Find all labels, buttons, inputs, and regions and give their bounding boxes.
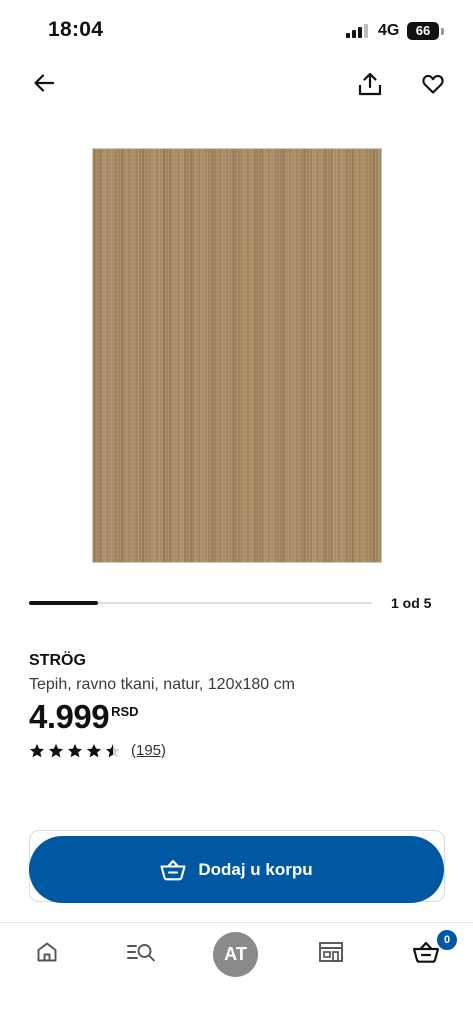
star-icon bbox=[106, 743, 120, 757]
arrow-left-icon bbox=[34, 74, 55, 92]
battery-icon: 66 bbox=[407, 22, 439, 40]
network-type: 4G bbox=[378, 22, 400, 39]
share-button[interactable] bbox=[354, 68, 386, 100]
star-icon bbox=[30, 743, 44, 757]
nav-stores[interactable] bbox=[311, 930, 351, 974]
nav-home[interactable] bbox=[27, 930, 67, 974]
cart-badge: 0 bbox=[435, 928, 459, 952]
bottom-nav-divider bbox=[0, 922, 473, 923]
star-icon bbox=[49, 743, 63, 757]
battery-level: 66 bbox=[415, 23, 431, 38]
battery-tip bbox=[441, 28, 444, 35]
price-currency: RSD bbox=[111, 704, 139, 719]
gallery-pager: 1 od 5 bbox=[391, 595, 432, 611]
product-image[interactable] bbox=[93, 149, 381, 562]
product-description: Tepih, ravno tkani, natur, 120x180 cm bbox=[29, 676, 295, 693]
back-button[interactable] bbox=[28, 67, 60, 99]
basket-icon bbox=[160, 859, 186, 880]
gallery-progress-track bbox=[29, 601, 372, 605]
nav-search[interactable] bbox=[121, 930, 161, 974]
search-list-icon bbox=[127, 944, 155, 962]
home-icon bbox=[37, 942, 57, 962]
product-price: 4.999 RSD bbox=[29, 698, 139, 736]
signal-icon bbox=[346, 24, 370, 38]
review-count-link[interactable]: (195) bbox=[131, 742, 166, 759]
rating-stars bbox=[29, 743, 121, 759]
avatar-initials: AT bbox=[224, 944, 247, 964]
add-to-cart-label: Dodaj u korpu bbox=[198, 859, 313, 879]
nav-profile-avatar[interactable]: AT bbox=[213, 932, 258, 977]
share-icon bbox=[358, 72, 382, 96]
gallery-progress-fill bbox=[29, 601, 98, 605]
heart-icon bbox=[422, 74, 444, 94]
status-time: 18:04 bbox=[48, 18, 104, 41]
star-icon bbox=[68, 743, 82, 757]
favorite-button[interactable] bbox=[417, 68, 449, 100]
product-name: STRÖG bbox=[29, 652, 86, 669]
store-icon bbox=[319, 942, 343, 962]
price-amount: 4.999 bbox=[29, 698, 110, 735]
product-rating[interactable]: (195) bbox=[29, 742, 166, 759]
star-icon bbox=[87, 743, 101, 757]
add-to-cart-button[interactable]: Dodaj u korpu bbox=[29, 836, 444, 903]
